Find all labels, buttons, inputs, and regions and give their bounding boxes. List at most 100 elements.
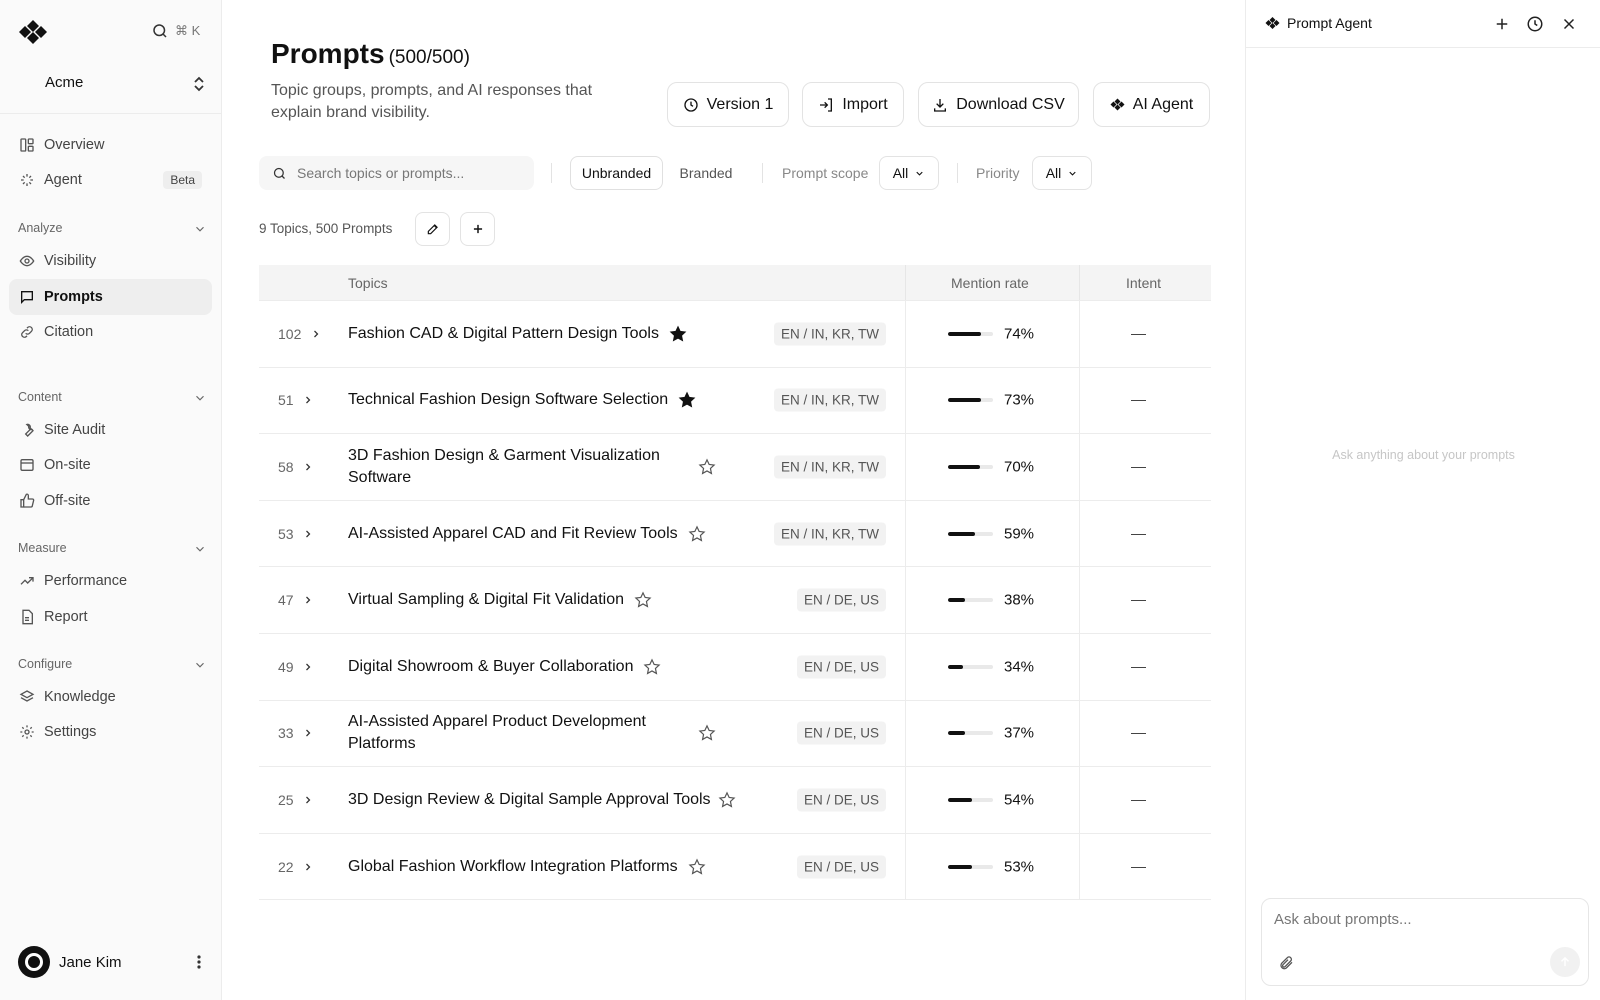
chevron-right-icon[interactable] bbox=[310, 328, 322, 340]
prompt-scope-select[interactable]: All bbox=[879, 156, 939, 190]
topic-name[interactable]: Global Fashion Workflow Integration Plat… bbox=[348, 856, 678, 878]
agent-header: Prompt Agent bbox=[1246, 0, 1600, 48]
star-outline-icon[interactable] bbox=[643, 658, 661, 676]
search-input[interactable] bbox=[297, 165, 517, 181]
intent-value: — bbox=[1131, 658, 1146, 676]
priority-select[interactable]: All bbox=[1032, 156, 1092, 190]
column-divider bbox=[1079, 633, 1080, 700]
chevron-down-icon[interactable] bbox=[193, 391, 207, 405]
sidebar-item-knowledge[interactable]: Knowledge bbox=[9, 679, 212, 715]
download-csv-button[interactable]: Download CSV bbox=[918, 82, 1079, 127]
table-row[interactable]: 102 Fashion CAD & Digital Pattern Design … bbox=[259, 301, 1211, 368]
topic-name[interactable]: 3D Fashion Design & Garment Visualizatio… bbox=[348, 445, 688, 489]
star-outline-icon[interactable] bbox=[634, 591, 652, 609]
chevron-right-icon[interactable] bbox=[302, 661, 314, 673]
sidebar-item-settings[interactable]: Settings bbox=[9, 714, 212, 750]
add-topic-button[interactable] bbox=[460, 212, 495, 246]
header-intent[interactable]: Intent bbox=[1126, 275, 1161, 291]
topic-name[interactable]: Digital Showroom & Buyer Collaboration bbox=[348, 656, 633, 678]
topic-name[interactable]: AI-Assisted Apparel Product Development … bbox=[348, 711, 688, 755]
mention-rate-fill bbox=[948, 531, 975, 536]
sidebar-item-agent[interactable]: Agent Beta bbox=[9, 162, 212, 198]
chevron-down-icon[interactable] bbox=[193, 542, 207, 556]
history-clock-icon[interactable] bbox=[1526, 15, 1544, 33]
close-icon[interactable] bbox=[1560, 15, 1578, 33]
column-divider bbox=[1079, 301, 1080, 367]
sidebar-item-prompts[interactable]: Prompts bbox=[9, 279, 212, 315]
chevron-right-icon[interactable] bbox=[302, 794, 314, 806]
star-filled-icon[interactable] bbox=[669, 325, 687, 343]
paperclip-icon[interactable] bbox=[1278, 955, 1294, 971]
topic-cell: Virtual Sampling & Digital Fit Validatio… bbox=[348, 589, 652, 611]
topic-name[interactable]: Fashion CAD & Digital Pattern Design Too… bbox=[348, 323, 659, 345]
download-csv-label: Download CSV bbox=[956, 95, 1065, 113]
topic-cell: AI-Assisted Apparel CAD and Fit Review T… bbox=[348, 523, 706, 545]
sidebar-item-overview[interactable]: Overview bbox=[9, 127, 212, 163]
chevron-right-icon[interactable] bbox=[302, 528, 314, 540]
star-outline-icon[interactable] bbox=[688, 858, 706, 876]
table-row[interactable]: 49 Digital Showroom & Buyer Collaboration… bbox=[259, 633, 1211, 701]
user-profile[interactable]: Jane Kim bbox=[18, 946, 122, 978]
new-chat-plus-icon[interactable] bbox=[1493, 15, 1511, 33]
chevron-right-icon[interactable] bbox=[302, 594, 314, 606]
chevron-right-icon[interactable] bbox=[302, 727, 314, 739]
chevron-down-icon[interactable] bbox=[193, 658, 207, 672]
send-button[interactable] bbox=[1550, 947, 1580, 977]
main-content: Prompts (500/500) Topic groups, prompts, … bbox=[222, 0, 1245, 1000]
sidebar-item-report[interactable]: Report bbox=[9, 599, 212, 635]
topic-name[interactable]: 3D Design Review & Digital Sample Approv… bbox=[348, 789, 711, 811]
prompt-count-cell: 33 bbox=[278, 725, 294, 742]
sidebar-item-on-site[interactable]: On-site bbox=[9, 447, 212, 483]
column-divider bbox=[905, 500, 906, 567]
table-row[interactable]: 22 Global Fashion Workflow Integration Pl… bbox=[259, 833, 1211, 901]
table-row[interactable]: 25 3D Design Review & Digital Sample Appr… bbox=[259, 767, 1211, 834]
star-outline-icon[interactable] bbox=[698, 458, 716, 476]
beta-badge: Beta bbox=[163, 171, 202, 189]
intent-value: — bbox=[1131, 724, 1146, 742]
mention-rate-fill bbox=[948, 331, 982, 336]
import-button[interactable]: Import bbox=[802, 82, 904, 127]
topic-name[interactable]: AI-Assisted Apparel CAD and Fit Review T… bbox=[348, 523, 678, 545]
global-search-button[interactable]: ⌘ K bbox=[151, 22, 200, 40]
chevron-right-icon[interactable] bbox=[302, 461, 314, 473]
sidebar-item-performance[interactable]: Performance bbox=[9, 563, 212, 599]
sidebar-item-label: Performance bbox=[44, 573, 128, 589]
more-vertical-icon[interactable] bbox=[196, 954, 202, 970]
table-row[interactable]: 51 Technical Fashion Design Software Sele… bbox=[259, 367, 1211, 435]
header-mention-rate[interactable]: Mention rate bbox=[951, 275, 1029, 291]
sidebar-item-citation[interactable]: Citation bbox=[9, 314, 212, 350]
brand-logo-icon[interactable] bbox=[18, 20, 48, 44]
prompt-count: (500/500) bbox=[388, 47, 470, 68]
header-topics[interactable]: Topics bbox=[348, 275, 388, 291]
mention-rate-fill bbox=[948, 464, 980, 469]
topic-name[interactable]: Technical Fashion Design Software Select… bbox=[348, 389, 668, 411]
overview-icon bbox=[20, 138, 34, 152]
table-row[interactable]: 47 Virtual Sampling & Digital Fit Validat… bbox=[259, 567, 1211, 634]
agent-prompt-input[interactable] bbox=[1274, 911, 1574, 935]
chevron-right-icon[interactable] bbox=[302, 394, 314, 406]
topic-name[interactable]: Virtual Sampling & Digital Fit Validatio… bbox=[348, 589, 624, 611]
sidebar-item-site-audit[interactable]: Site Audit bbox=[9, 412, 212, 448]
segment-branded[interactable]: Branded bbox=[668, 156, 744, 190]
star-filled-icon[interactable] bbox=[678, 391, 696, 409]
ai-agent-button[interactable]: AI Agent bbox=[1093, 82, 1210, 127]
org-switcher[interactable]: Acme bbox=[0, 62, 222, 114]
link-icon bbox=[21, 326, 33, 338]
page-title: Prompts (500/500) bbox=[271, 38, 470, 70]
star-outline-icon[interactable] bbox=[718, 791, 736, 809]
chevron-down-icon[interactable] bbox=[193, 222, 207, 236]
sidebar-item-visibility[interactable]: Visibility bbox=[9, 243, 212, 279]
star-outline-icon[interactable] bbox=[688, 525, 706, 543]
agent-title-text: Prompt Agent bbox=[1287, 15, 1372, 31]
version-button[interactable]: Version 1 bbox=[667, 82, 789, 127]
table-row[interactable]: 58 3D Fashion Design & Garment Visualizat… bbox=[259, 434, 1211, 501]
table-row[interactable]: 33 AI-Assisted Apparel Product Developmen… bbox=[259, 700, 1211, 768]
download-icon bbox=[934, 98, 947, 112]
edit-button[interactable] bbox=[415, 212, 450, 246]
chevron-right-icon[interactable] bbox=[302, 861, 314, 873]
segment-unbranded[interactable]: Unbranded bbox=[570, 156, 663, 190]
star-outline-icon[interactable] bbox=[698, 724, 716, 742]
sidebar-item-label: Report bbox=[44, 609, 88, 625]
sidebar-item-off-site[interactable]: Off-site bbox=[9, 483, 212, 519]
table-row[interactable]: 53 AI-Assisted Apparel CAD and Fit Review… bbox=[259, 500, 1211, 568]
